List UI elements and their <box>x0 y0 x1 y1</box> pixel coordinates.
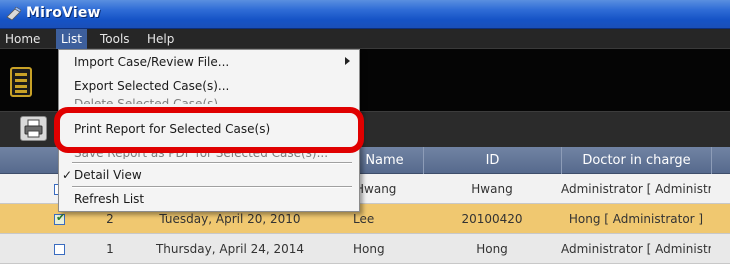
menu-separator <box>72 186 352 188</box>
menu-list[interactable]: List <box>56 29 87 49</box>
cell-date: Thursday, April 24, 2014 <box>155 242 305 256</box>
menu-home[interactable]: Home <box>0 29 45 49</box>
header-doctor[interactable]: Doctor in charge <box>561 147 711 174</box>
title-bar: MiroView <box>0 0 730 29</box>
header-extra <box>711 147 730 174</box>
print-button[interactable] <box>20 116 47 141</box>
cell-no: 1 <box>106 242 114 256</box>
header-id[interactable]: ID <box>423 147 561 174</box>
table-row[interactable]: 1 Thursday, April 24, 2014 Hong Hong Adm… <box>0 234 730 264</box>
highlight-annotation <box>54 107 364 153</box>
submenu-arrow-icon <box>345 57 350 65</box>
menu-export-selected[interactable]: Export Selected Case(s)... <box>74 76 229 96</box>
cell-doctor: Administrator [ Administr... <box>561 242 711 256</box>
row-checkbox[interactable]: ✔ <box>54 211 66 225</box>
menu-tools[interactable]: Tools <box>95 29 135 49</box>
cell-id: Hong <box>476 242 508 256</box>
menu-import-case[interactable]: Import Case/Review File... <box>74 52 229 72</box>
menu-refresh-list[interactable]: Refresh List <box>74 189 144 209</box>
cell-doctor: Administrator [ Administr... <box>561 182 711 196</box>
menu-detail-view[interactable]: Detail View <box>74 165 142 185</box>
menu-bar: Home List Tools Help <box>0 29 730 49</box>
list-view-icon[interactable] <box>10 67 32 97</box>
checkmark-icon: ✓ <box>62 168 73 182</box>
app-logo-icon <box>6 7 22 21</box>
print-icon <box>24 119 43 138</box>
menu-separator <box>72 162 352 164</box>
row-checkbox[interactable] <box>54 244 65 255</box>
window-title: MiroView <box>26 5 101 21</box>
menu-save-pdf[interactable]: Save Report as PDF for Selected Case(s).… <box>74 153 328 159</box>
cell-id: Hwang <box>471 182 513 196</box>
cell-id: 20100420 <box>461 212 523 226</box>
checkmark-icon: ✔ <box>56 211 66 224</box>
cell-name: Hong <box>353 242 385 256</box>
menu-help[interactable]: Help <box>142 29 179 49</box>
menu-delete-selected[interactable]: Delete Selected Case(s) <box>74 98 218 104</box>
cell-doctor: Hong [ Administrator ] <box>568 212 704 226</box>
